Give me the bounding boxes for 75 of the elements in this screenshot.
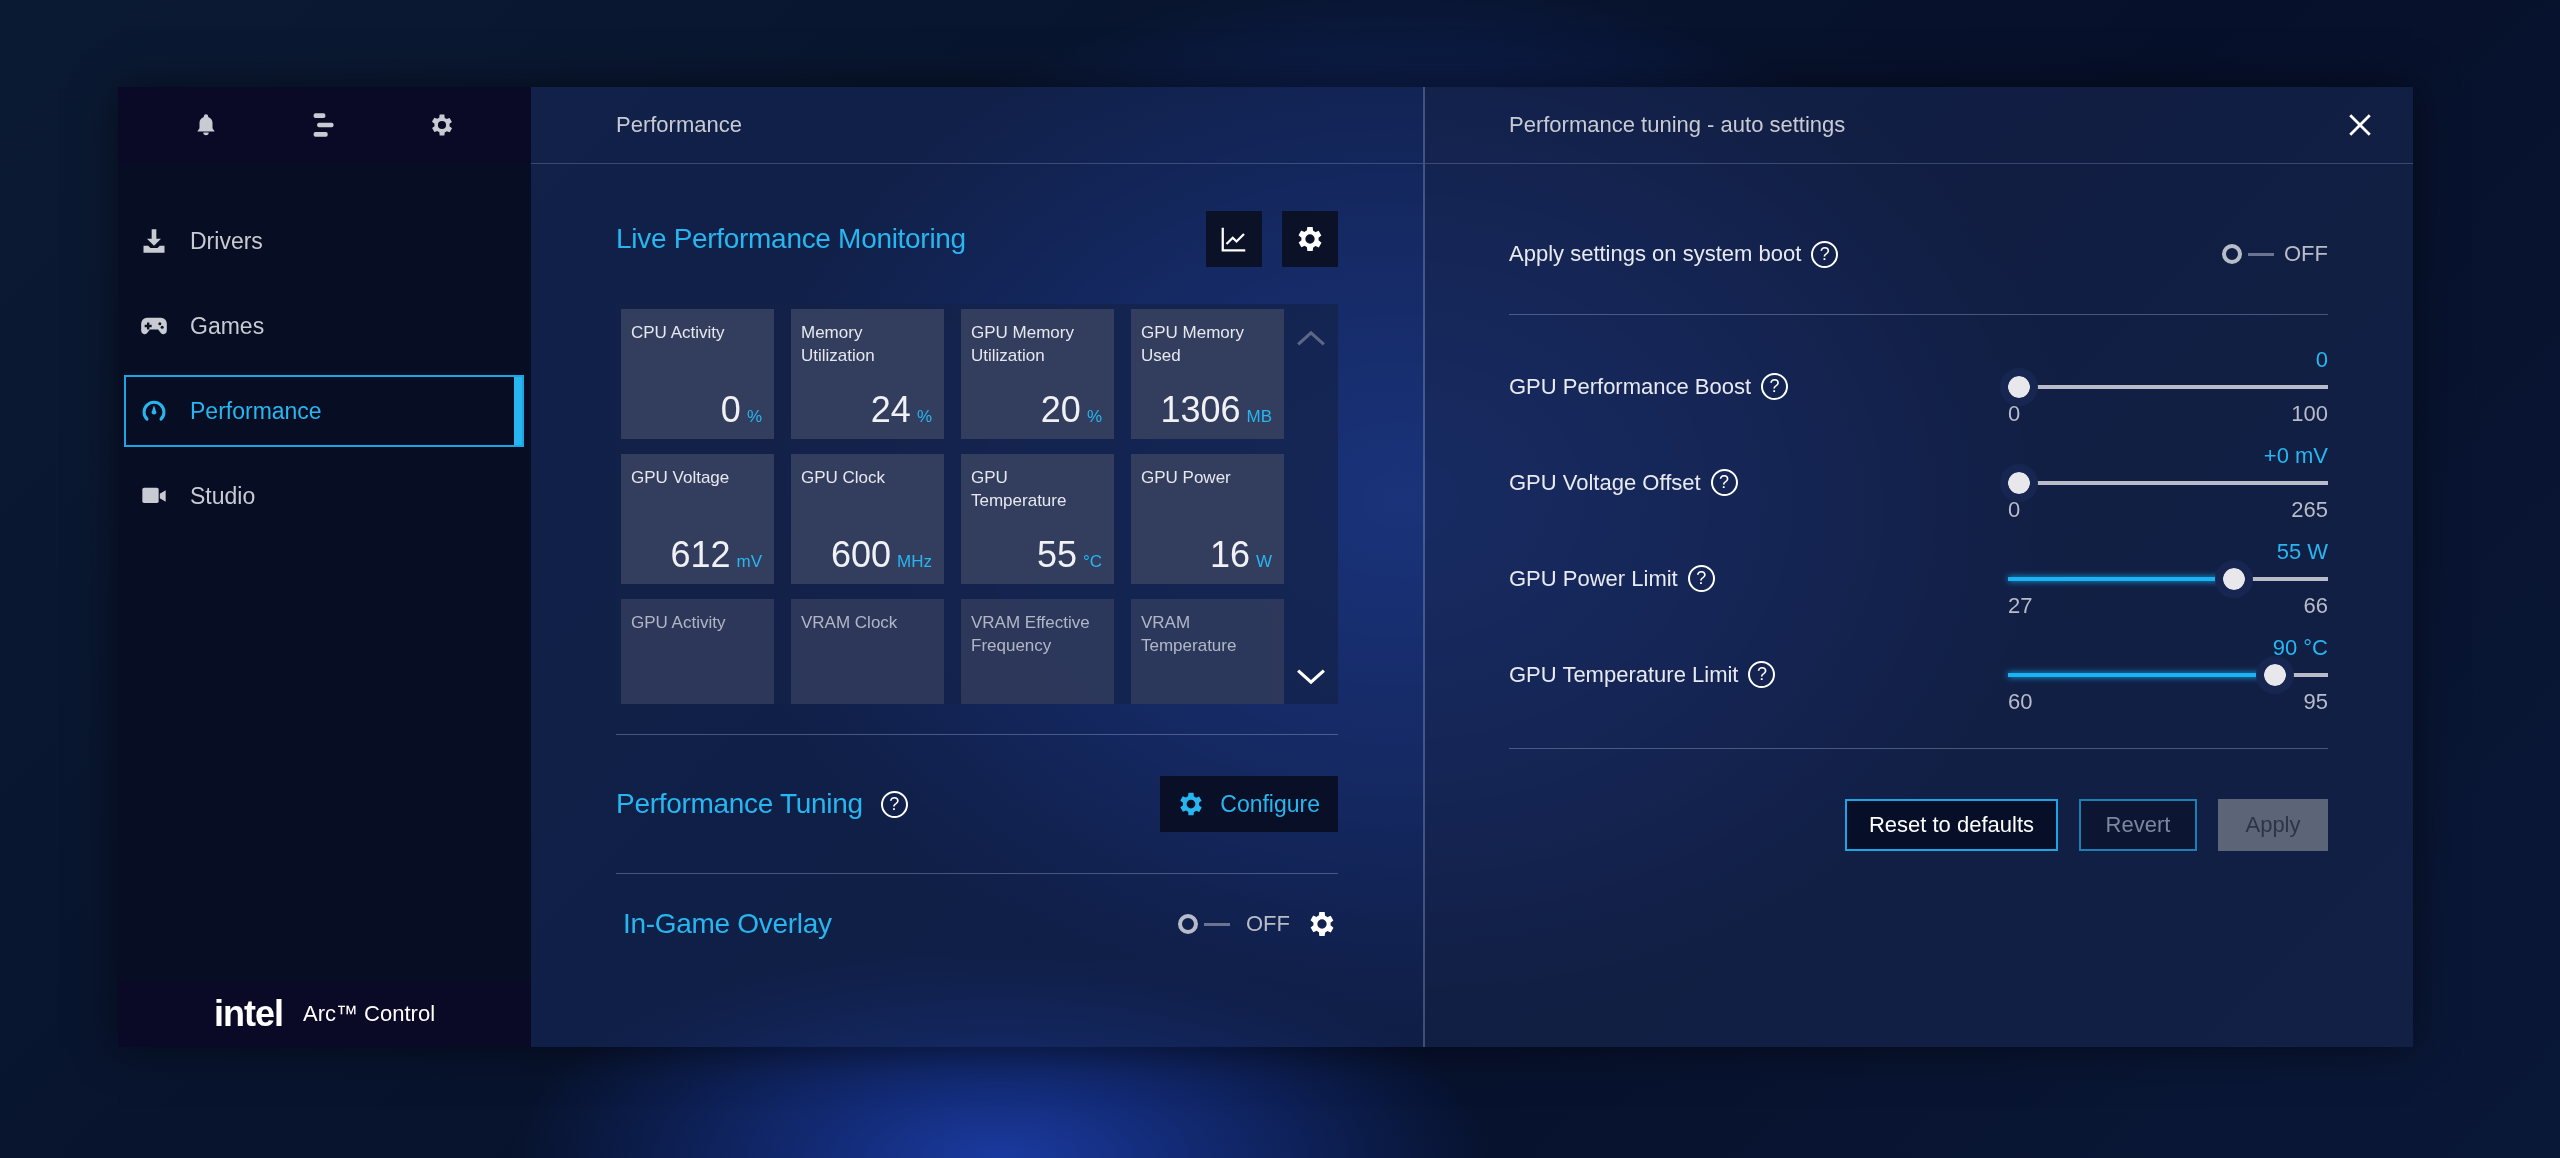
slider-reading: 0 [2315, 346, 2328, 373]
close-icon[interactable] [2347, 112, 2373, 138]
metric-unit: MB [1246, 407, 1272, 427]
slider-max: 265 [2291, 496, 2328, 523]
help-button[interactable]: ? [1710, 469, 1738, 496]
product-name: Arc™ Control [303, 1000, 436, 1027]
sidebar-item[interactable]: Performance [124, 375, 524, 447]
intel-logo: intel [213, 992, 283, 1035]
metric-label: VRAM Effective Frequency [971, 612, 1091, 657]
metric-label: GPU Memory Utilization [971, 322, 1075, 367]
metric-value: 24 [870, 389, 911, 431]
toggle-state: OFF [1246, 911, 1290, 937]
metric-value: 55 [1036, 534, 1077, 576]
metric-unit: % [916, 407, 932, 427]
sidebar-item[interactable]: Games [124, 290, 524, 362]
settings-button[interactable] [1282, 211, 1338, 267]
metric-label: GPU Clock [801, 467, 887, 489]
configure-button[interactable]: Configure [1160, 776, 1338, 832]
metric-label: GPU Activity [631, 612, 727, 634]
section-title: Performance Tuning [616, 788, 863, 820]
metric-unit: W [1255, 552, 1272, 572]
metric-label: GPU Voltage [631, 467, 731, 489]
setting-label: GPU Power Limit [1509, 565, 1678, 592]
panel-title: Performance [616, 112, 742, 138]
action-button[interactable]: Reset to defaults [1844, 799, 2058, 851]
slider[interactable] [2008, 662, 2328, 687]
setting-label: GPU Performance Boost [1509, 373, 1752, 400]
metric-label: VRAM Clock [801, 612, 899, 634]
metric-label: GPU Memory Used [1141, 322, 1245, 367]
toggle-switch[interactable] [1178, 914, 1230, 934]
slider-reading: +0 mV [2263, 442, 2328, 469]
slider-max: 100 [2291, 400, 2328, 427]
help-button[interactable]: ? [880, 790, 908, 818]
section-title: In-Game Overlay [623, 908, 832, 940]
slider-min: 0 [2008, 496, 2021, 523]
sidebar-item[interactable]: Studio [124, 460, 524, 532]
metric-unit: MHz [897, 552, 932, 572]
scroll-up-icon[interactable] [1295, 329, 1327, 347]
metric-value: 600 [830, 534, 892, 576]
slider-max: 95 [2303, 688, 2328, 715]
scroll-down-icon[interactable] [1295, 668, 1327, 686]
metric-value: 20 [1040, 389, 1081, 431]
slider-reading: 55 W [2276, 538, 2328, 565]
section-title: Live Performance Monitoring [616, 223, 966, 255]
metric-value: 612 [670, 534, 731, 576]
metric-label: Memory Utilization [801, 322, 876, 367]
metric-label: CPU Activity [631, 322, 726, 344]
setting-label: GPU Voltage Offset [1509, 469, 1701, 496]
metric-label: GPU Temperature [971, 467, 1068, 512]
setting-label: GPU Temperature Limit [1509, 661, 1739, 688]
panel-title: Performance tuning - auto settings [1509, 112, 1846, 138]
metric-value: 0 [720, 389, 741, 431]
sidebar-item[interactable]: Drivers [124, 205, 524, 277]
metric-unit: °C [1082, 552, 1102, 572]
setting-label: Apply settings on system boot [1509, 241, 1802, 267]
metric-label: VRAM Temperature [1141, 612, 1238, 657]
metric-value: 1306 [1160, 389, 1241, 431]
toggle-switch[interactable] [2222, 244, 2274, 264]
help-button[interactable]: ? [1687, 565, 1715, 592]
slider-max: 66 [2303, 592, 2328, 619]
slider-min: 60 [2008, 688, 2033, 715]
metric-unit: mV [736, 552, 762, 572]
help-button[interactable]: ? [1748, 661, 1776, 688]
metric-label: GPU Power [1141, 467, 1232, 489]
slider-min: 0 [2008, 400, 2021, 427]
chart-button[interactable] [1206, 211, 1262, 267]
help-button[interactable]: ? [1811, 240, 1839, 268]
metric-value: 16 [1209, 534, 1250, 576]
metric-unit: % [746, 407, 762, 427]
slider[interactable] [2008, 566, 2328, 591]
toggle-state: OFF [2284, 241, 2328, 267]
slider-min: 27 [2008, 592, 2033, 619]
metric-unit: % [1086, 407, 1102, 427]
help-button[interactable]: ? [1761, 373, 1789, 400]
slider-reading: 90 °C [2272, 634, 2328, 661]
